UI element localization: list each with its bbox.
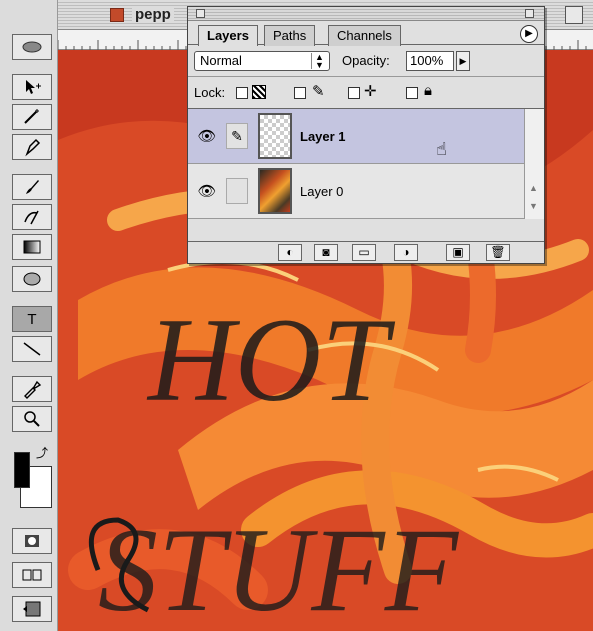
lock-position-move-icon: ✛ (364, 83, 377, 100)
foreground-color-swatch[interactable] (14, 452, 30, 488)
zoom-box-icon[interactable] (565, 6, 583, 24)
opacity-label: Opacity: (342, 53, 390, 68)
zoom-tool-icon[interactable] (12, 406, 52, 432)
gradient-tool-icon[interactable] (12, 234, 52, 260)
scroll-up-icon[interactable]: ▲ (529, 183, 538, 193)
layers-list: 👁︎ ✎ Layer 1 ☝︎ 👁︎ Layer 0 ▲ ▼ (188, 109, 544, 219)
jump-to-imageready-icon[interactable] (12, 596, 52, 622)
layers-palette: Layers Paths Channels ▶ Normal ▲ ▼ Opacit… (187, 6, 545, 264)
type-tool-icon[interactable]: T (12, 306, 52, 332)
palette-menu-icon[interactable]: ▶ (520, 25, 538, 43)
feather-eye-icon[interactable] (12, 34, 52, 60)
tab-paths[interactable]: Paths (264, 25, 316, 46)
layers-scrollbar[interactable]: ▲ ▼ (524, 109, 544, 219)
tab-channels[interactable]: Channels (328, 25, 401, 46)
opacity-input[interactable]: 100% (406, 51, 454, 71)
lock-image-brush-icon: ✎ (312, 83, 325, 100)
eyedropper-icon[interactable] (12, 376, 52, 402)
pen-tool-icon[interactable] (12, 134, 52, 160)
line-tool-icon[interactable] (12, 336, 52, 362)
lock-label: Lock: (194, 85, 226, 100)
palette-titlebar[interactable] (188, 7, 544, 21)
lock-all-padlock-icon: 🔒︎ (424, 82, 432, 99)
magic-wand-icon[interactable] (12, 104, 52, 130)
document-title: pepp (132, 6, 174, 23)
lock-position-checkbox[interactable] (348, 87, 360, 99)
layer-style-icon[interactable]: ◐ (278, 244, 302, 261)
blend-mode-select[interactable]: Normal ▲ ▼ (194, 51, 330, 71)
new-layer-icon[interactable]: ▣ (446, 244, 470, 261)
palette-bottom-bar: ◐ ◙ ▭ ◑ ▣ 🗑︎ (188, 241, 544, 263)
add-mask-icon[interactable]: ◙ (314, 244, 338, 261)
quick-mask-icon[interactable] (12, 528, 52, 554)
screen-mode-icon[interactable] (12, 562, 52, 588)
blend-mode-row: Normal ▲ ▼ Opacity: 100% ▶ (188, 45, 544, 77)
hand-cursor-icon: ☝︎ (436, 139, 447, 159)
palette-close-icon[interactable] (196, 9, 205, 18)
palette-collapse-icon[interactable] (525, 9, 534, 18)
lock-transparency-icon (252, 85, 266, 99)
new-set-folder-icon[interactable]: ▭ (352, 244, 376, 261)
select-arrows-icon: ▲ ▼ (311, 53, 327, 70)
toolbox: T ⤴ (0, 0, 58, 631)
layer-thumbnail (258, 168, 292, 214)
swap-colors-icon[interactable]: ⤴ (36, 444, 48, 461)
artwork-text-stuff: STUFF (98, 503, 460, 631)
adjustment-layer-icon[interactable]: ◑ (394, 244, 418, 261)
trash-icon[interactable]: 🗑︎ (486, 244, 510, 261)
lock-row: Lock: ✎ ✛ 🔒︎ (188, 77, 544, 109)
visibility-eye-icon[interactable]: 👁︎ (194, 182, 220, 202)
tab-layers[interactable]: Layers (198, 25, 258, 46)
layer-name: Layer 0 (300, 184, 344, 199)
layer-row[interactable]: 👁︎ Layer 0 (188, 164, 526, 219)
blur-tool-icon[interactable] (12, 266, 52, 292)
lock-image-checkbox[interactable] (294, 87, 306, 99)
layer-row[interactable]: 👁︎ ✎ Layer 1 ☝︎ (188, 109, 526, 164)
layer-name: Layer 1 (300, 129, 346, 144)
palette-tabs: Layers Paths Channels ▶ (188, 21, 544, 46)
brush-tool-icon[interactable] (12, 174, 52, 200)
visibility-eye-icon[interactable]: 👁︎ (194, 127, 220, 147)
layer-thumbnail (258, 113, 292, 159)
history-brush-icon[interactable] (12, 204, 52, 230)
scroll-down-icon[interactable]: ▼ (529, 201, 538, 211)
artwork-text-hot: HOT (146, 293, 395, 426)
lock-transparency-checkbox[interactable] (236, 87, 248, 99)
document-icon (110, 8, 124, 22)
move-tool-icon[interactable] (12, 74, 52, 100)
blend-mode-value: Normal (200, 53, 242, 68)
opacity-slider-arrow-icon[interactable]: ▶ (456, 51, 470, 71)
layer-link-cell[interactable] (226, 178, 248, 204)
layer-brush-link-icon[interactable]: ✎ (226, 123, 248, 149)
lock-all-checkbox[interactable] (406, 87, 418, 99)
